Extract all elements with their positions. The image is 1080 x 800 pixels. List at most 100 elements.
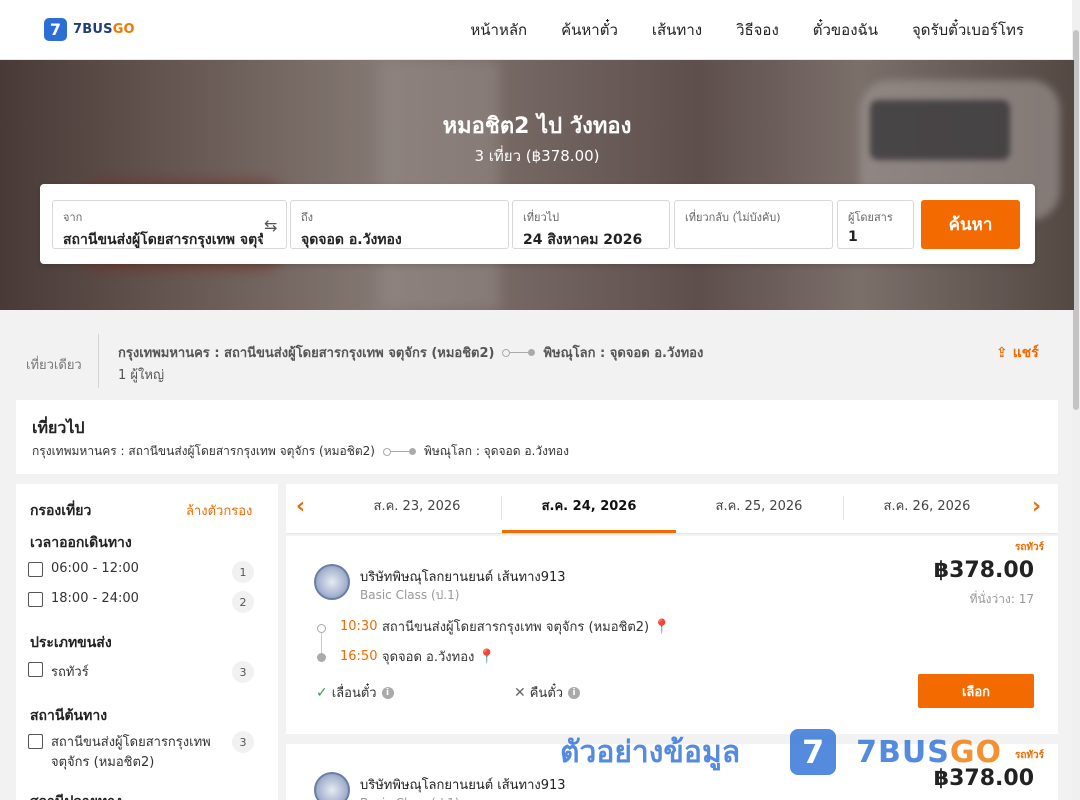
summary-route: กรุงเทพมหานคร : สถานีขนส่งผู้โดยสารกรุงเ…: [118, 342, 703, 363]
departure-stop: 10:30 สถานีขนส่งผู้โดยสารกรุงเทพ จตุจักร…: [340, 616, 671, 637]
info-icon[interactable]: i: [381, 686, 394, 699]
map-pin-icon[interactable]: 📍: [478, 649, 495, 665]
outbound-origin: กรุงเทพมหานคร : สถานีขนส่งผู้โดยสารกรุงเ…: [32, 444, 375, 458]
tab-date-24[interactable]: ส.ค. 24, 2026: [502, 484, 676, 533]
tab-date-26[interactable]: ส.ค. 26, 2026: [842, 484, 1012, 533]
timeline-line: [321, 633, 322, 653]
transport-type-badge: รถทัวร์: [1014, 542, 1044, 553]
depart-label: เที่ยวไป: [523, 211, 560, 224]
watermark-logo-mark: 7: [790, 729, 837, 775]
departure-place: สถานีขนส่งผู้โดยสารกรุงเทพ จตุจักร (หมอช…: [382, 620, 650, 635]
nav-home[interactable]: หน้าหลัก: [470, 18, 527, 42]
filter-section-destination-station: สถานีปลายทาง: [30, 791, 122, 800]
route-line-icon: [502, 348, 536, 357]
summary-destination: พิษณุโลก : จุดจอด อ.วังทอง: [543, 346, 704, 361]
company-logo: [314, 564, 350, 600]
nav-routes[interactable]: เส้นทาง: [652, 18, 702, 42]
ticket-price: ฿378.00: [933, 558, 1034, 583]
checkbox[interactable]: [28, 592, 43, 607]
arrival-place: จุดจอด อ.วังทอง: [382, 650, 475, 665]
bus-class: Basic Class (ป.1): [360, 794, 459, 800]
page-subtitle: 3 เที่ยว (฿378.00): [474, 147, 600, 165]
filter-count-badge: 3: [232, 731, 254, 753]
nav-my-tickets[interactable]: ตั๋วของฉัน: [813, 18, 878, 42]
tab-date-25[interactable]: ส.ค. 25, 2026: [674, 484, 844, 533]
nav-ticket-points[interactable]: จุดรับตั๋วเบอร์โทร: [912, 18, 1024, 42]
share-label: แชร์: [1012, 345, 1039, 361]
passenger-label: ผู้โดยสาร: [848, 211, 893, 224]
checkbox[interactable]: [28, 562, 43, 577]
select-trip-button[interactable]: เลือก: [918, 674, 1034, 708]
refund-policy-label: คืนตั๋ว: [529, 686, 564, 701]
arrival-time: 16:50: [340, 649, 378, 664]
outbound-title: เที่ยวไป: [32, 418, 85, 437]
to-label: ถึง: [301, 211, 314, 224]
filter-count-badge: 1: [232, 561, 254, 583]
logo-mark: 7: [44, 18, 67, 41]
checkbox[interactable]: [28, 662, 43, 677]
filter-option-evening[interactable]: 18:00 - 24:00: [28, 591, 139, 607]
filter-panel: กรองเที่ยว ล้างตัวกรอง เวลาออกเดินทาง 06…: [16, 484, 278, 800]
checkbox[interactable]: [28, 734, 43, 749]
return-date-field[interactable]: เที่ยวกลับ (ไม่บังคับ): [674, 200, 833, 249]
to-value: จุดจอด อ.วังทอง: [301, 232, 402, 248]
trip-type: เที่ยวเดียว: [26, 358, 82, 373]
passenger-field[interactable]: ผู้โดยสาร 1: [837, 200, 914, 249]
trip-summary: เที่ยวเดียว กรุงเทพมหานคร : สถานีขนส่งผู…: [0, 330, 1074, 390]
filter-option-label: รถทัวร์: [51, 665, 89, 680]
arrival-stop: 16:50 จุดจอด อ.วังทอง 📍: [340, 646, 496, 667]
route-line-icon: [382, 447, 416, 456]
brand-logo[interactable]: 7 7BUSGO: [44, 18, 135, 41]
chevron-right-icon[interactable]: ›: [1032, 494, 1041, 519]
nav-search-ticket[interactable]: ค้นหาตั๋ว: [561, 18, 618, 42]
filter-option-tour-bus[interactable]: รถทัวร์: [28, 661, 89, 682]
watermark-brand: 7BUSGO: [856, 734, 1002, 770]
bus-class: Basic Class (ป.1): [360, 588, 460, 602]
change-policy-label: เลื่อนตั๋ว: [331, 686, 377, 701]
filter-count-badge: 2: [232, 591, 254, 613]
outbound-route: กรุงเทพมหานคร : สถานีขนส่งผู้โดยสารกรุงเ…: [32, 442, 569, 461]
chevron-left-icon[interactable]: ‹: [296, 494, 305, 519]
transport-type-badge: รถทัวร์: [1014, 750, 1044, 761]
page-title: หมอชิต2 ไป วังทอง: [442, 114, 632, 139]
depart-date-field[interactable]: เที่ยวไป 24 สิงหาคม 2026: [512, 200, 670, 249]
company-name: บริษัทพิษณุโลกยานยนต์ เส้นทาง913: [360, 778, 566, 793]
filter-count-badge: 3: [232, 661, 254, 683]
check-icon: ✓: [316, 684, 328, 701]
from-value: สถานีขนส่งผู้โดยสารกรุงเทพ จตุจักร (หมอช…: [63, 232, 263, 248]
map-pin-icon[interactable]: 📍: [653, 619, 670, 635]
date-tabs: ‹ ส.ค. 23, 2026 ส.ค. 24, 2026 ส.ค. 25, 2…: [286, 484, 1058, 534]
site-header: 7 7BUSGO หน้าหลัก ค้นหาตั๋ว เส้นทาง วิธี…: [0, 0, 1080, 60]
timeline-end-dot: [317, 653, 326, 662]
seats-available: ที่นั่งว่าง: 17: [969, 592, 1034, 606]
summary-passengers: 1 ผู้ใหญ่: [118, 368, 165, 383]
clear-filters-button[interactable]: ล้างตัวกรอง: [186, 500, 252, 521]
tab-date-23[interactable]: ส.ค. 23, 2026: [332, 484, 502, 533]
departure-time: 10:30: [340, 619, 378, 634]
sample-watermark: ตัวอย่างข้อมูล 7 7BUSGO: [560, 724, 1002, 780]
trip-result-card: รถทัวร์ บริษัทพิษณุโลกยานยนต์ เส้นทาง913…: [286, 536, 1058, 734]
passenger-value: 1: [848, 229, 858, 245]
summary-origin: กรุงเทพมหานคร : สถานีขนส่งผู้โดยสารกรุงเ…: [118, 346, 495, 361]
nav-how-to-book[interactable]: วิธีจอง: [736, 18, 779, 42]
filter-option-label: 06:00 - 12:00: [51, 561, 139, 576]
cross-icon: ✕: [514, 684, 526, 701]
search-button[interactable]: ค้นหา: [921, 200, 1020, 249]
watermark-text: ตัวอย่างข้อมูล: [560, 734, 741, 770]
change-policy: ✓ เลื่อนตั๋ว i: [316, 682, 394, 703]
return-label: เที่ยวกลับ (ไม่บังคับ): [685, 211, 781, 224]
to-field[interactable]: ถึง จุดจอด อ.วังทอง: [290, 200, 509, 249]
filter-option-mochit2[interactable]: สถานีขนส่งผู้โดยสารกรุงเทพ จตุจักร (หมอชิ…: [28, 733, 211, 773]
filter-section-departure-time: เวลาออกเดินทาง: [30, 535, 132, 551]
filter-option-morning[interactable]: 06:00 - 12:00: [28, 561, 139, 577]
refund-policy: ✕ คืนตั๋ว i: [514, 682, 581, 703]
outbound-header: เที่ยวไป กรุงเทพมหานคร : สถานีขนส่งผู้โด…: [16, 400, 1058, 474]
share-button[interactable]: ⇪ แชร์: [996, 342, 1039, 364]
info-icon[interactable]: i: [568, 686, 581, 699]
swap-arrows-icon[interactable]: ⇆: [264, 216, 277, 235]
filter-option-label: สถานีขนส่งผู้โดยสารกรุงเทพ จตุจักร (หมอชิ…: [51, 735, 211, 770]
from-field[interactable]: จาก สถานีขนส่งผู้โดยสารกรุงเทพ จตุจักร (…: [52, 200, 287, 249]
filter-option-label: 18:00 - 24:00: [51, 591, 139, 606]
share-icon: ⇪: [996, 345, 1008, 361]
filter-title: กรองเที่ยว: [30, 503, 92, 519]
